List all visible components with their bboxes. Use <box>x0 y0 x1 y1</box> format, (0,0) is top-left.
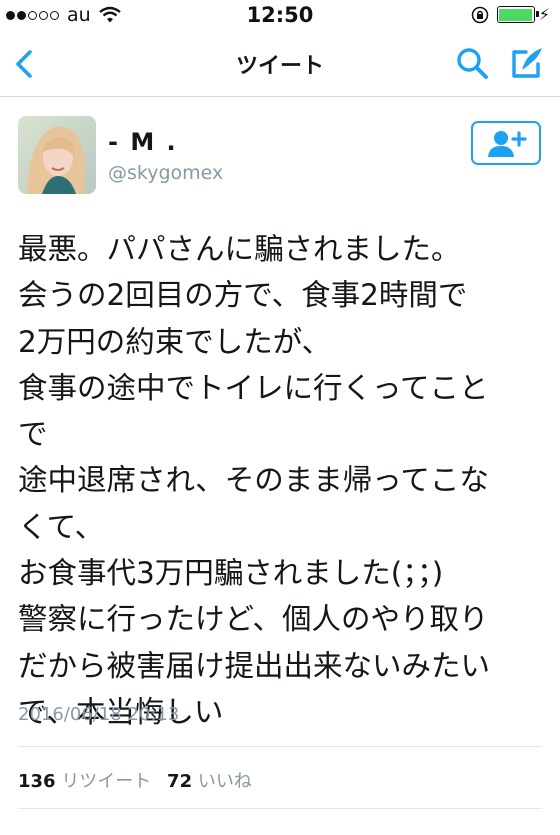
avatar-image <box>18 116 96 194</box>
retweet-count: 136 <box>18 771 56 792</box>
tweet-line: 会うの2回目の方で、食事2時間で <box>18 278 468 313</box>
search-icon[interactable] <box>455 46 491 82</box>
rotation-lock-icon <box>471 6 489 23</box>
user-handle[interactable]: @skygomex <box>108 162 223 184</box>
tweet-timestamp: 2016/06/18 20:13 <box>18 704 180 725</box>
compose-tweet-icon[interactable] <box>508 44 546 82</box>
status-bar: au 12:50 ⚡ <box>0 0 560 32</box>
tweet-line: 警察に行ったけど、個人のやり取り <box>18 602 489 637</box>
charging-bolt-icon: ⚡ <box>538 5 550 24</box>
tweet-line: お食事代3万円騙されました(；；) <box>18 556 444 591</box>
nav-bar: ツイート <box>0 32 560 97</box>
avatar[interactable] <box>18 116 96 194</box>
tweet-line: で <box>18 417 48 452</box>
tweet-stats: 136 リツイート 72 いいね <box>18 767 262 793</box>
add-user-icon <box>488 131 527 157</box>
tweet-line: くて、 <box>18 509 105 544</box>
divider <box>18 808 542 809</box>
retweet-label: リツイート <box>61 771 152 792</box>
tweet-line: だから被害届け提出出来ないみたい <box>18 648 491 683</box>
like-stat[interactable]: 72 いいね <box>167 771 252 792</box>
tweet-line: 食事の途中でトイレに行くってこと <box>18 370 489 405</box>
share-icon[interactable] <box>370 828 400 834</box>
tweet-line: 途中退席され、そのまま帰ってこな <box>18 463 489 498</box>
tweet-action-bar <box>0 826 560 835</box>
battery-icon <box>496 6 539 23</box>
tweet-text: 最悪。パパさんに騙されました。 会うの2回目の方で、食事2時間で 2万円の約束で… <box>18 226 538 735</box>
user-display-name[interactable]: - M . <box>108 128 178 156</box>
tweet-line: 最悪。パパさんに騙されました。 <box>18 232 461 266</box>
tweet-line: 2万円の約束でしたが、 <box>18 324 332 359</box>
retweet-icon[interactable] <box>165 828 195 834</box>
reply-icon[interactable] <box>60 828 90 834</box>
like-count: 72 <box>167 771 193 792</box>
status-right: ⚡ <box>471 5 550 24</box>
like-label: いいね <box>197 771 252 792</box>
follow-button[interactable] <box>471 121 541 165</box>
retweet-stat[interactable]: 136 リツイート <box>18 771 151 792</box>
divider <box>18 746 542 747</box>
like-heart-icon[interactable] <box>265 828 295 834</box>
